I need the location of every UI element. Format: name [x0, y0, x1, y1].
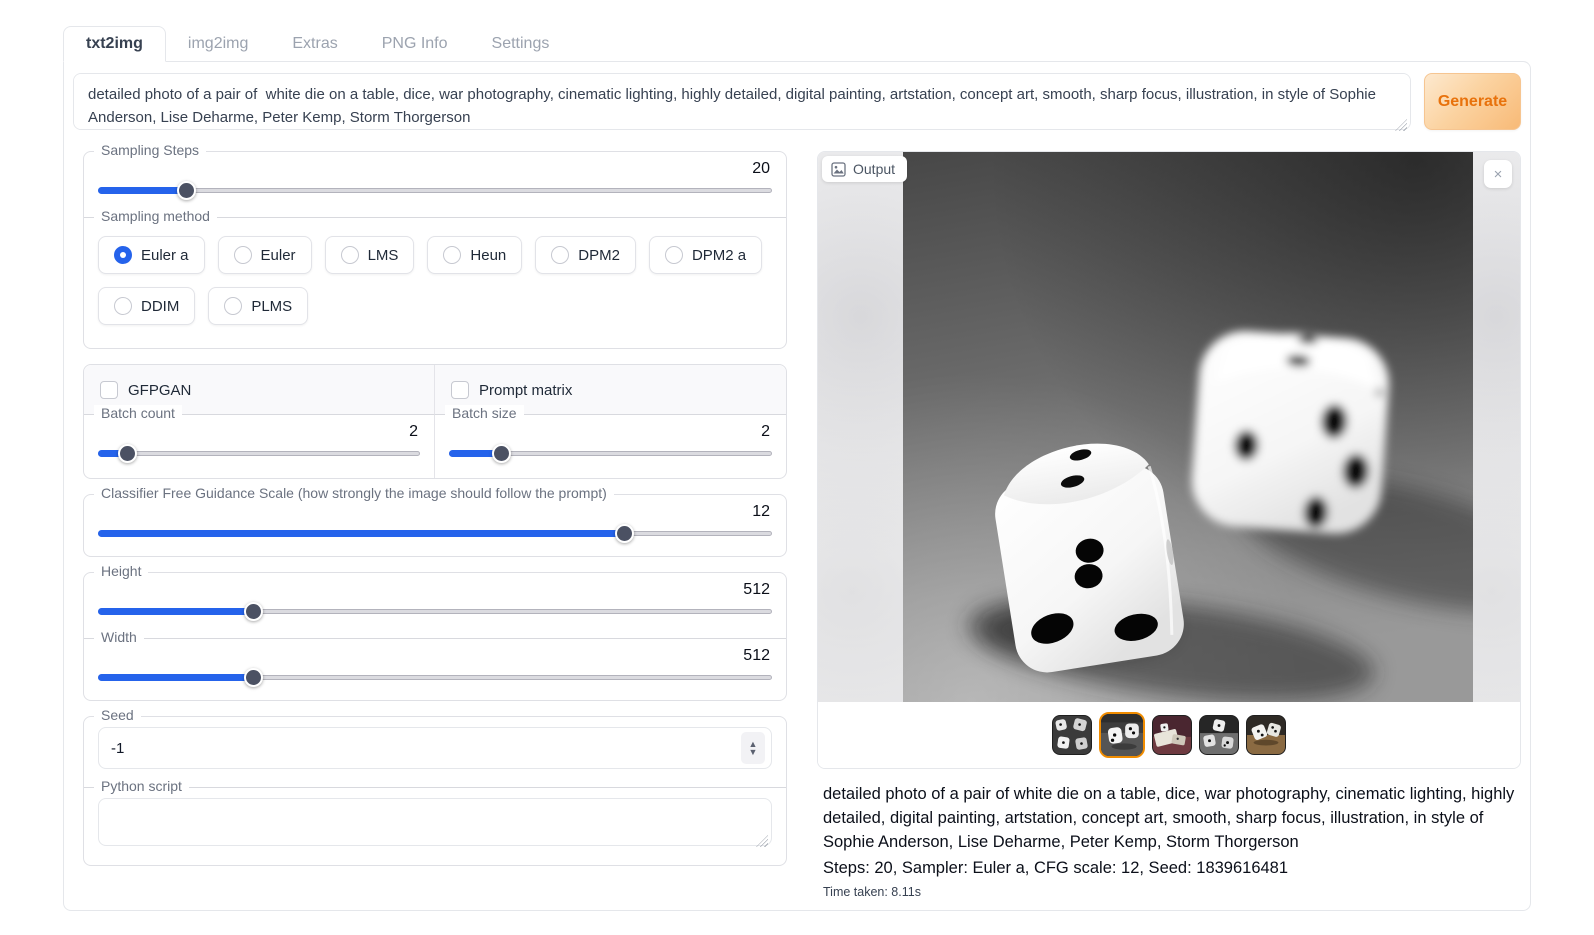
python-script-input[interactable]	[98, 798, 772, 846]
radio-icon	[114, 246, 132, 264]
seed-section: Seed ▲ ▼	[84, 717, 786, 783]
batch-size-slider[interactable]	[449, 444, 772, 462]
tab-txt2img[interactable]: txt2img	[63, 26, 166, 62]
batch-count-value: 2	[98, 423, 418, 441]
caption-prompt: detailed photo of a pair of white die on…	[823, 783, 1519, 855]
slider-thumb[interactable]	[177, 181, 196, 200]
number-stepper[interactable]: ▲ ▼	[741, 732, 765, 764]
tab-settings[interactable]: Settings	[470, 27, 572, 61]
output-image[interactable]	[903, 152, 1473, 702]
radio-icon	[224, 297, 242, 315]
tab-extras[interactable]: Extras	[270, 27, 359, 61]
radio-icon	[551, 246, 569, 264]
gallery-thumb-3[interactable]	[1152, 715, 1192, 755]
sampling-method-options: Euler a Euler LMS Heun DPM2 DPM2 a DDIM PLMS	[98, 236, 772, 325]
caption-time-taken: Time taken: 8.11s	[823, 885, 1519, 899]
radio-icon	[665, 246, 683, 264]
radio-icon	[234, 246, 252, 264]
gfpgan-checkbox[interactable]	[100, 381, 118, 399]
prompt-row: detailed photo of a pair of white die on…	[73, 73, 1521, 135]
width-label: Width	[94, 629, 144, 645]
output-caption: detailed photo of a pair of white die on…	[823, 783, 1519, 899]
prompt-input[interactable]: detailed photo of a pair of white die on…	[73, 73, 1411, 130]
cfg-value: 12	[98, 503, 770, 521]
image-blur-edge	[1473, 152, 1520, 702]
radio-icon	[114, 297, 132, 315]
batch-group: GFPGAN Prompt matrix Batch count 2	[83, 364, 787, 479]
batch-count-slider[interactable]	[98, 444, 420, 462]
sampling-steps-slider[interactable]	[98, 181, 772, 199]
tab-img2img[interactable]: img2img	[166, 27, 270, 61]
cfg-section: Classifier Free Guidance Scale (how stro…	[84, 495, 786, 556]
width-section: Width 512	[84, 638, 786, 700]
batch-size-label: Batch size	[445, 405, 524, 421]
settings-column: Sampling Steps 20 Sampling method Euler …	[83, 151, 787, 881]
dimensions-group: Height 512 Width 512	[83, 572, 787, 701]
height-section: Height 512	[84, 573, 786, 634]
slider-thumb[interactable]	[244, 602, 263, 621]
sampling-method-option-heun[interactable]: Heun	[427, 236, 522, 274]
output-column: Output ×	[817, 151, 1521, 899]
width-slider[interactable]	[98, 668, 772, 686]
python-script-section: Python script	[84, 787, 786, 865]
height-value: 512	[98, 581, 770, 599]
radio-icon	[341, 246, 359, 264]
sampling-method-option-ddim[interactable]: DDIM	[98, 287, 195, 325]
cfg-label: Classifier Free Guidance Scale (how stro…	[94, 485, 614, 501]
prompt-matrix-label: Prompt matrix	[479, 382, 572, 399]
batch-count-section: Batch count 2	[84, 414, 435, 478]
seed-label: Seed	[94, 707, 141, 723]
selected-image-area[interactable]	[818, 152, 1520, 702]
batch-size-value: 2	[449, 423, 770, 441]
seed-script-group: Seed ▲ ▼ Python script	[83, 716, 787, 866]
output-gallery: Output ×	[817, 151, 1521, 769]
gallery-thumb-1[interactable]	[1052, 715, 1092, 755]
prompt-matrix-checkbox[interactable]	[451, 381, 469, 399]
sampling-method-option-euler[interactable]: Euler	[218, 236, 312, 274]
cfg-slider[interactable]	[98, 524, 772, 542]
image-blur-edge	[818, 152, 903, 702]
tab-bar: txt2imgimg2imgExtrasPNG InfoSettings	[63, 25, 1531, 61]
python-script-label: Python script	[94, 778, 189, 794]
sampling-method-option-dpm2-a[interactable]: DPM2 a	[649, 236, 762, 274]
slider-thumb[interactable]	[118, 444, 137, 463]
output-panel-label: Output	[822, 156, 907, 182]
gallery-thumb-2[interactable]	[1099, 712, 1145, 758]
batch-count-label: Batch count	[94, 405, 182, 421]
sampling-method-label: Sampling method	[94, 208, 217, 224]
tab-png-info[interactable]: PNG Info	[360, 27, 470, 61]
tab-content: detailed photo of a pair of white die on…	[63, 61, 1531, 911]
seed-input[interactable]	[111, 740, 741, 757]
sampling-method-option-lms[interactable]: LMS	[325, 236, 415, 274]
app-container: txt2imgimg2imgExtrasPNG InfoSettings det…	[63, 25, 1531, 911]
gfpgan-label: GFPGAN	[128, 382, 191, 399]
sampling-method-section: Sampling method Euler aEulerLMSHeunDPM2D…	[84, 217, 786, 348]
sampling-group: Sampling Steps 20 Sampling method Euler …	[83, 151, 787, 349]
sampling-method-option-plms[interactable]: PLMS	[208, 287, 308, 325]
gallery-thumb-5[interactable]	[1246, 715, 1286, 755]
image-icon	[831, 162, 846, 177]
slider-thumb[interactable]	[615, 524, 634, 543]
gallery-thumb-4[interactable]	[1199, 715, 1239, 755]
sampling-steps-value: 20	[98, 160, 770, 178]
height-slider[interactable]	[98, 602, 772, 620]
height-label: Height	[94, 563, 148, 579]
sampling-method-option-dpm2[interactable]: DPM2	[535, 236, 636, 274]
generate-button[interactable]: Generate	[1424, 73, 1521, 130]
stepper-down-icon[interactable]: ▼	[749, 748, 758, 756]
sampling-steps-label: Sampling Steps	[94, 142, 206, 158]
close-icon[interactable]: ×	[1484, 160, 1512, 188]
sampling-method-option-euler-a[interactable]: Euler a	[98, 236, 205, 274]
caption-parameters: Steps: 20, Sampler: Euler a, CFG scale: …	[823, 857, 1519, 881]
gallery-thumbnails	[818, 702, 1520, 768]
cfg-group: Classifier Free Guidance Scale (how stro…	[83, 494, 787, 557]
batch-size-section: Batch size 2	[435, 414, 786, 478]
slider-thumb[interactable]	[492, 444, 511, 463]
radio-icon	[443, 246, 461, 264]
sampling-steps-section: Sampling Steps 20	[84, 152, 786, 213]
slider-thumb[interactable]	[244, 668, 263, 687]
width-value: 512	[98, 647, 770, 665]
